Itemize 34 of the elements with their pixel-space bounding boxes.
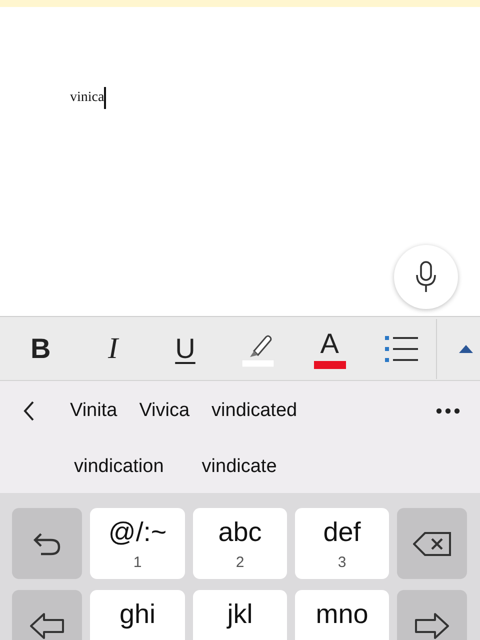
cursor-right-key[interactable]	[397, 590, 467, 640]
keyboard-key[interactable]: ghi	[90, 590, 185, 640]
keyboard-key[interactable]: jkl	[193, 590, 287, 640]
suggestion-word[interactable]: vindicate	[202, 452, 277, 482]
suggestion-word[interactable]: Vivica	[139, 396, 190, 426]
microphone-button[interactable]	[394, 245, 458, 309]
undo-icon	[33, 532, 61, 556]
key-digit: 1	[133, 554, 142, 571]
suggestion-word[interactable]: vindication	[74, 452, 164, 482]
keyboard-key[interactable]: mno	[295, 590, 389, 640]
chevron-left-icon	[23, 401, 35, 421]
font-color-button[interactable]: A	[312, 326, 346, 370]
more-icon	[436, 408, 460, 414]
key-digit: 3	[338, 554, 346, 571]
bullet-list-icon	[384, 334, 418, 364]
bold-button[interactable]: B	[23, 328, 58, 368]
document-text: vinica	[70, 89, 104, 107]
keyboard-key[interactable]: @/:~ 1	[90, 508, 185, 579]
cursor-left-key[interactable]	[12, 590, 82, 640]
arrow-left-icon	[29, 612, 65, 640]
text-cursor	[104, 87, 106, 109]
italic-button[interactable]: I	[95, 328, 131, 368]
suggestion-word[interactable]: vindicated	[212, 396, 298, 426]
arrow-right-icon	[414, 612, 450, 640]
caret-up-icon	[459, 344, 474, 352]
undo-key[interactable]	[12, 508, 82, 579]
backspace-icon	[413, 532, 451, 556]
key-digit: 2	[236, 554, 244, 571]
microphone-icon	[415, 260, 437, 294]
keyboard-key[interactable]: abc 2	[193, 508, 287, 579]
keyboard-key[interactable]: def 3	[295, 508, 389, 579]
backspace-key[interactable]	[397, 508, 467, 579]
suggestion-word[interactable]: Vinita	[70, 396, 118, 426]
underline-button[interactable]: U	[168, 328, 203, 368]
